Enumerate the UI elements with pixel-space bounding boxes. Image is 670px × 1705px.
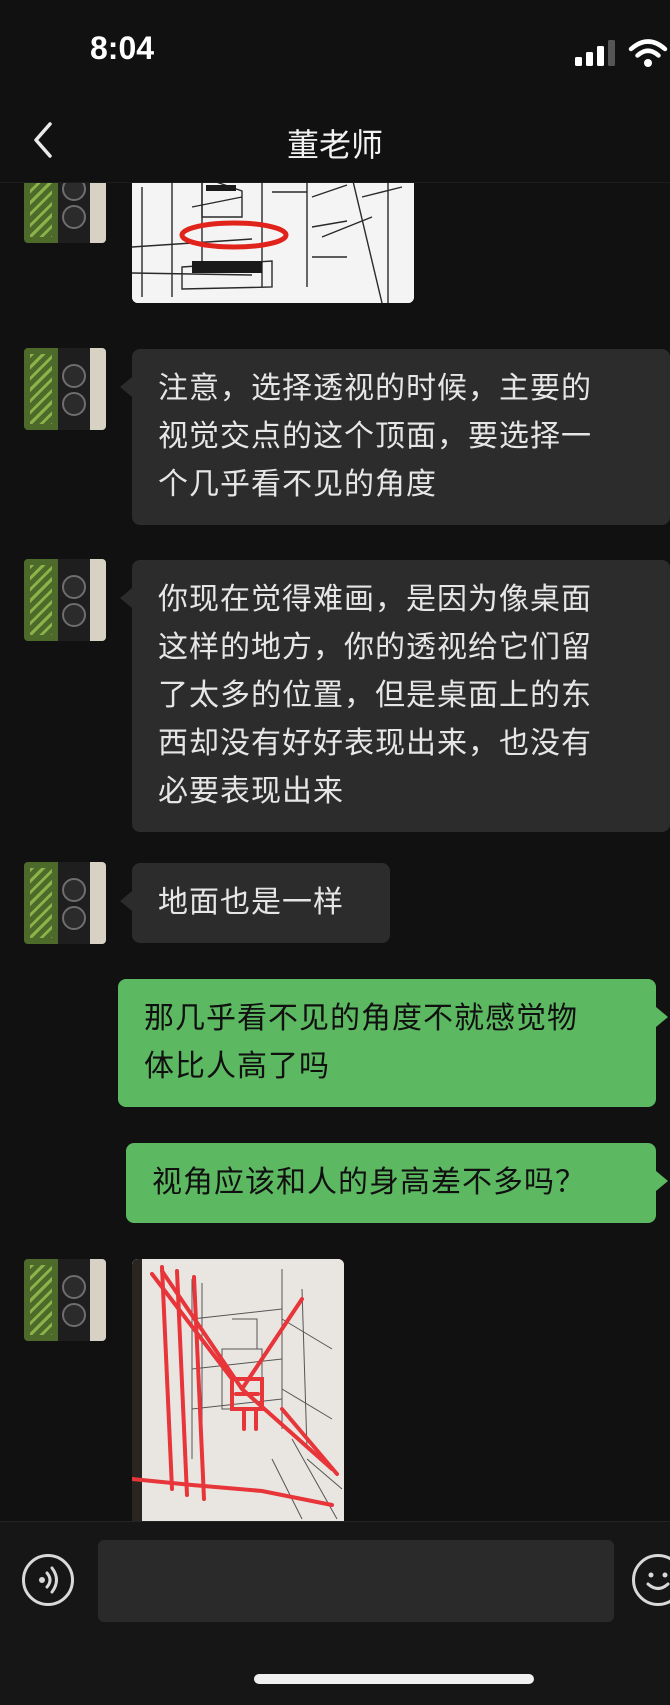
message-bubble-incoming[interactable]: 注意，选择透视的时候，主要的 视觉交点的这个顶面，要选择一 个几乎看不见的角度: [120, 349, 670, 525]
message-line: 视角应该和人的身高差不多吗？: [152, 1165, 586, 1200]
message-line: 那几乎看不见的角度不就感觉物: [144, 1001, 578, 1036]
message-bubble-outgoing[interactable]: 那几乎看不见的角度不就感觉物 体比人高了吗: [118, 979, 668, 1107]
message-line: 地面也是一样: [158, 885, 344, 920]
input-bar: [0, 1521, 670, 1705]
message-line: 注意，选择透视的时候，主要的: [158, 371, 592, 406]
avatar[interactable]: [24, 862, 106, 944]
message-bubble-incoming[interactable]: 你现在觉得难画，是因为像桌面 这样的地方，你的透视给它们留 了太多的位置，但是桌…: [120, 560, 670, 832]
message-line: 视觉交点的这个顶面，要选择一: [158, 419, 592, 454]
sketch-image: [132, 183, 414, 303]
avatar[interactable]: [24, 348, 106, 430]
message-line: 西却没有好好表现出来，也没有: [158, 726, 592, 761]
message-line: 这样的地方，你的透视给它们留: [158, 630, 592, 665]
message-bubble-incoming[interactable]: 地面也是一样: [120, 863, 390, 943]
message-line: 你现在觉得难画，是因为像桌面: [158, 582, 592, 617]
status-bar: 8:04: [0, 0, 670, 100]
voice-icon[interactable]: [22, 1554, 74, 1606]
emoji-icon[interactable]: [632, 1554, 670, 1606]
avatar[interactable]: [24, 183, 106, 243]
message-input[interactable]: [98, 1540, 614, 1622]
message-line: 必要表现出来: [158, 774, 344, 809]
home-indicator: [254, 1674, 534, 1684]
message-line: 体比人高了吗: [144, 1049, 330, 1084]
image-message[interactable]: [132, 183, 414, 303]
nav-bar: 董老师: [0, 100, 670, 183]
message-line: 了太多的位置，但是桌面上的东: [158, 678, 592, 713]
avatar[interactable]: [24, 1259, 106, 1341]
chat-area[interactable]: 注意，选择透视的时候，主要的 视觉交点的这个顶面，要选择一 个几乎看不见的角度 …: [0, 183, 670, 1521]
wifi-icon: [628, 39, 668, 67]
status-time: 8:04: [90, 30, 155, 66]
avatar[interactable]: [24, 559, 106, 641]
message-line: 个几乎看不见的角度: [158, 467, 437, 502]
image-message[interactable]: [132, 1259, 344, 1521]
chat-title: 董老师: [286, 126, 383, 164]
signal-icon: [575, 40, 615, 66]
message-bubble-outgoing[interactable]: 视角应该和人的身高差不多吗？: [126, 1143, 668, 1223]
sketch-image: [132, 1259, 344, 1521]
